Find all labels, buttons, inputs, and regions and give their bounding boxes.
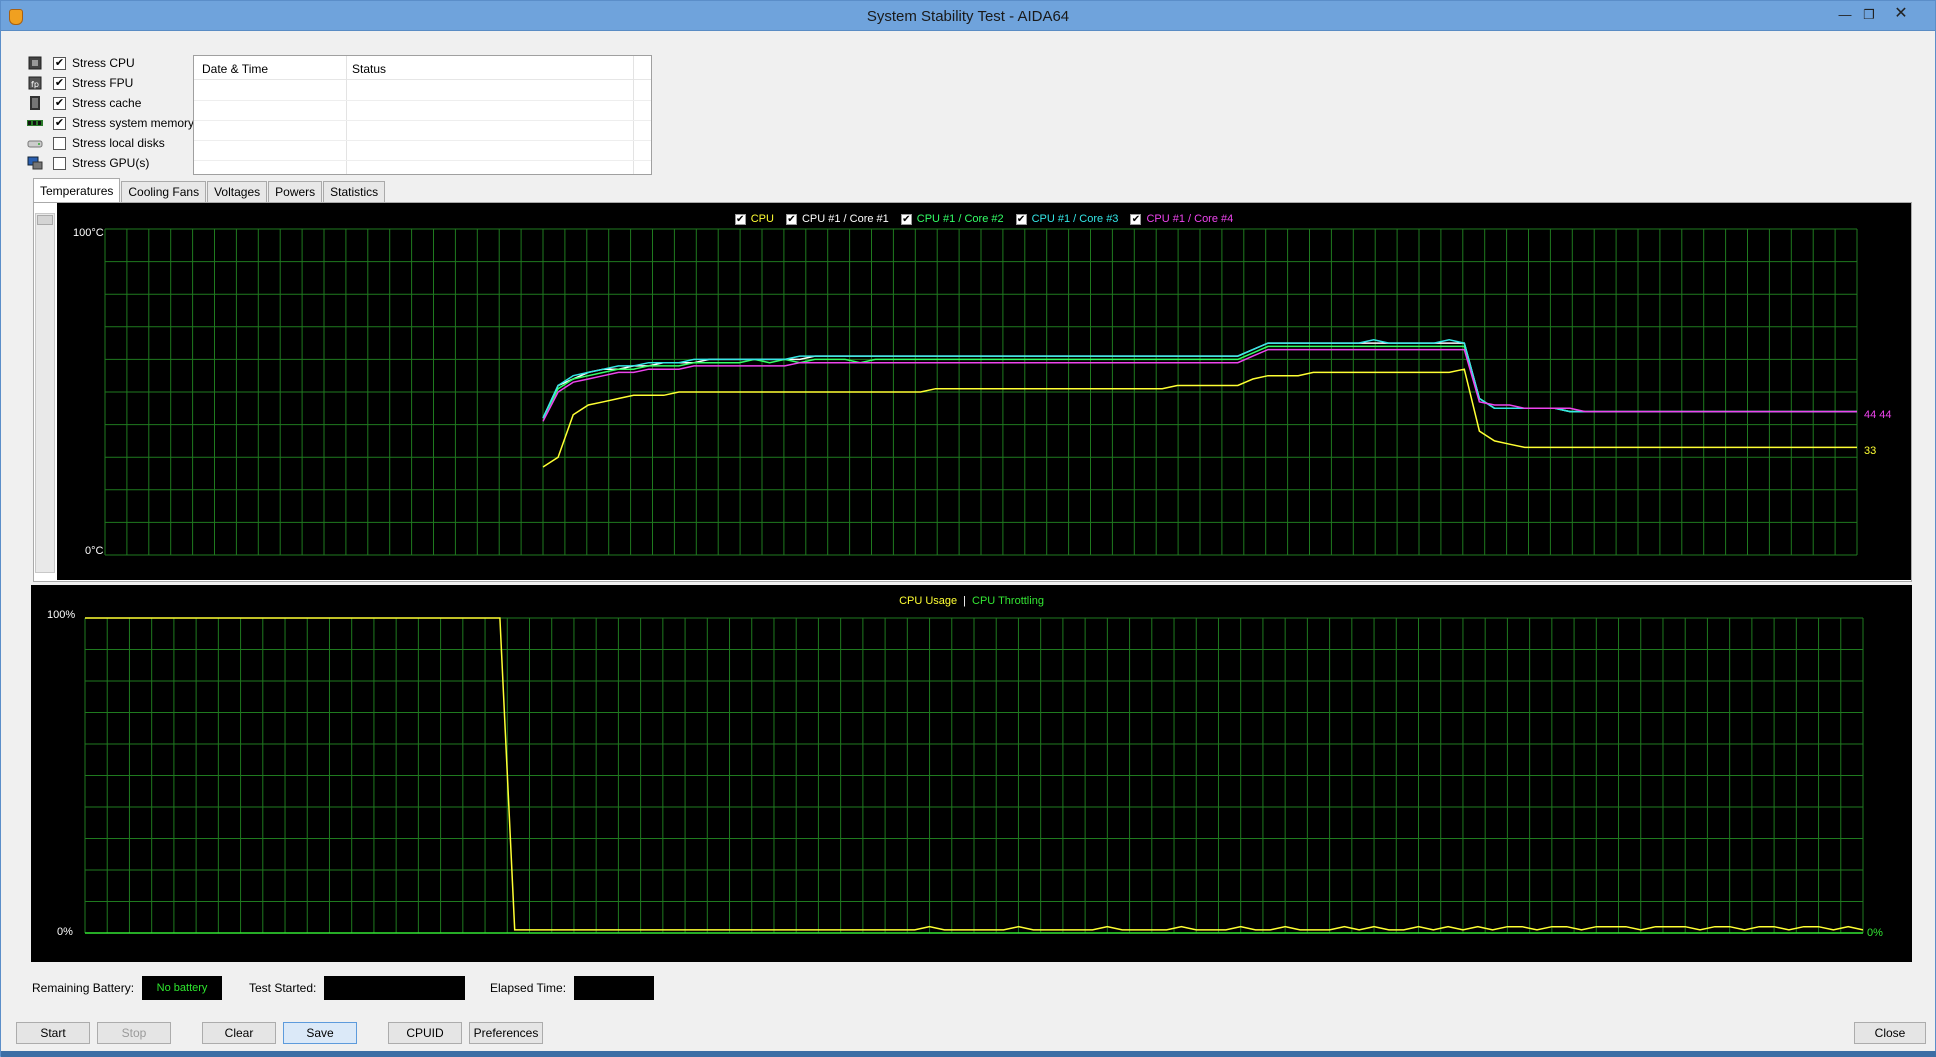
title-bar[interactable]: System Stability Test - AIDA64 — ❐ ✕ [1,1,1935,31]
cpuid-button[interactable]: CPUID [388,1022,462,1044]
cache-icon [30,96,40,110]
stress-disks-checkbox[interactable] [53,136,66,150]
cpu-icon [28,56,42,70]
remaining-battery-label: Remaining Battery: [32,981,135,995]
stress-disks-option[interactable]: Stress local disks [27,134,165,152]
window-title: System Stability Test - AIDA64 [866,8,1070,25]
restore-button[interactable]: ❐ [1859,7,1879,23]
log-col-date[interactable]: Date & Time [202,62,268,76]
test-started-value [324,976,466,1000]
elapsed-time-value [574,976,655,1000]
tab-cooling-fans[interactable]: Cooling Fans [121,181,207,203]
gpu-icon [27,156,43,170]
log-row-divider [194,120,651,121]
test-started-label: Test Started: [249,981,317,995]
stress-fpu-option[interactable]: fp ✔ Stress FPU [27,74,133,92]
log-row-divider [194,100,651,101]
taskbar [1,1051,1936,1057]
stress-gpu-checkbox[interactable] [53,156,66,170]
tab-statistics[interactable]: Statistics [323,181,386,203]
sensor-tabs: Temperatures Cooling Fans Voltages Power… [33,178,386,203]
usage-current-value: 0% [1867,927,1883,939]
cpu-usage-chart: CPU Usage | CPU Throttling 100% 0% 0% [31,585,1912,962]
stress-memory-checkbox[interactable]: ✔ [53,116,66,130]
log-row-divider [194,160,651,161]
cores-current-value: 44 44 [1864,409,1892,421]
elapsed-time-label: Elapsed Time: [490,981,567,995]
remaining-battery-group: Remaining Battery: No battery [32,976,223,1000]
stress-cache-checkbox[interactable]: ✔ [53,96,66,110]
test-started-group: Test Started: [249,976,466,1000]
elapsed-time-group: Elapsed Time: [490,976,655,1000]
stress-cpu-checkbox[interactable]: ✔ [53,56,66,70]
tab-powers[interactable]: Powers [268,181,323,203]
stress-cpu-option[interactable]: ✔ Stress CPU [27,54,135,72]
fpu-icon: fp [28,76,42,90]
stress-cache-option[interactable]: ✔ Stress cache [27,94,141,112]
temperature-chart: ✔ CPU ✔ CPU #1 / Core #1 ✔ CPU #1 / Core #2… [57,203,1911,580]
log-column-divider [346,56,347,174]
memory-icon [27,120,43,126]
usage-plot [84,617,1864,934]
window-close-button[interactable]: ✕ [1879,4,1923,26]
preferences-button[interactable]: Preferences [469,1022,543,1044]
tab-voltages[interactable]: Voltages [207,181,268,203]
stress-fpu-checkbox[interactable]: ✔ [53,76,66,90]
chart-scrollbar-thumb[interactable] [37,215,53,225]
stop-button[interactable]: Stop [97,1022,171,1044]
stress-gpu-option[interactable]: Stress GPU(s) [27,154,149,172]
status-log-table[interactable]: Date & Time Status [193,55,652,175]
start-button[interactable]: Start [16,1022,90,1044]
stress-memory-label: Stress system memory [72,116,195,130]
cpu-current-value: 33 [1864,445,1877,457]
stress-fpu-label: Stress FPU [72,76,134,90]
stress-memory-option[interactable]: ✔ Stress system memory [27,114,194,132]
tab-temperatures[interactable]: Temperatures [33,178,121,202]
close-button[interactable]: Close [1854,1022,1926,1044]
clear-button[interactable]: Clear [202,1022,276,1044]
stress-cache-label: Stress cache [72,96,142,110]
log-col-status[interactable]: Status [352,62,386,76]
log-header: Date & Time Status [194,56,651,80]
save-button[interactable]: Save [283,1022,357,1044]
disk-icon [27,140,43,148]
temperature-plot [104,228,1858,556]
remaining-battery-value: No battery [142,976,223,1000]
chart-scrollbar[interactable] [35,213,55,573]
minimize-button[interactable]: — [1835,7,1855,23]
aida64-window: System Stability Test - AIDA64 — ❐ ✕ ✔ S… [0,0,1936,1057]
stress-cpu-label: Stress CPU [72,56,135,70]
stress-disks-label: Stress local disks [72,136,165,150]
svg-text:fp: fp [31,80,39,89]
log-column-divider [633,56,634,174]
stress-gpu-label: Stress GPU(s) [72,156,150,170]
log-row-divider [194,140,651,141]
